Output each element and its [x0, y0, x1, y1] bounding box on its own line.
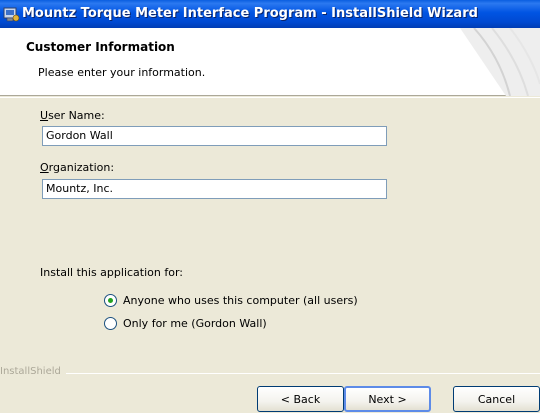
- wizard-header: Customer Information Please enter your i…: [0, 28, 540, 96]
- header-graphic: [460, 28, 540, 96]
- installer-app-icon[interactable]: [2, 5, 20, 23]
- radio-only-me[interactable]: Only for me (Gordon Wall): [104, 315, 267, 331]
- page-title: Customer Information: [26, 40, 175, 54]
- install-for-label: Install this application for:: [40, 266, 183, 279]
- header-divider: [0, 97, 540, 98]
- organization-field[interactable]: Mountz, Inc.: [42, 179, 387, 199]
- radio-all-users-button[interactable]: [104, 293, 117, 307]
- organization-access-key: O: [40, 161, 49, 174]
- installshield-brand: InstallShield: [0, 366, 65, 377]
- user-name-field[interactable]: Gordon Wall: [42, 126, 387, 146]
- page-subtitle: Please enter your information.: [38, 66, 206, 79]
- back-button[interactable]: < Back: [257, 386, 344, 412]
- cancel-button[interactable]: Cancel: [453, 386, 540, 412]
- radio-all-users[interactable]: Anyone who uses this computer (all users…: [104, 292, 358, 308]
- window-title: Mountz Torque Meter Interface Program - …: [22, 6, 478, 21]
- user-name-access-key: U: [40, 109, 49, 122]
- organization-label: Organization:: [40, 161, 114, 174]
- radio-all-users-label[interactable]: Anyone who uses this computer (all users…: [123, 294, 358, 307]
- next-button[interactable]: Next >: [344, 386, 431, 412]
- user-name-label-text: ser Name:: [48, 109, 105, 122]
- organization-label-text: rganization:: [48, 161, 115, 174]
- title-bar[interactable]: Mountz Torque Meter Interface Program - …: [0, 0, 540, 28]
- user-name-label: User Name:: [40, 109, 105, 122]
- footer-divider: [66, 373, 540, 374]
- radio-only-me-button[interactable]: [104, 316, 117, 330]
- installer-window: Mountz Torque Meter Interface Program - …: [0, 0, 540, 413]
- radio-only-me-label[interactable]: Only for me (Gordon Wall): [123, 317, 267, 330]
